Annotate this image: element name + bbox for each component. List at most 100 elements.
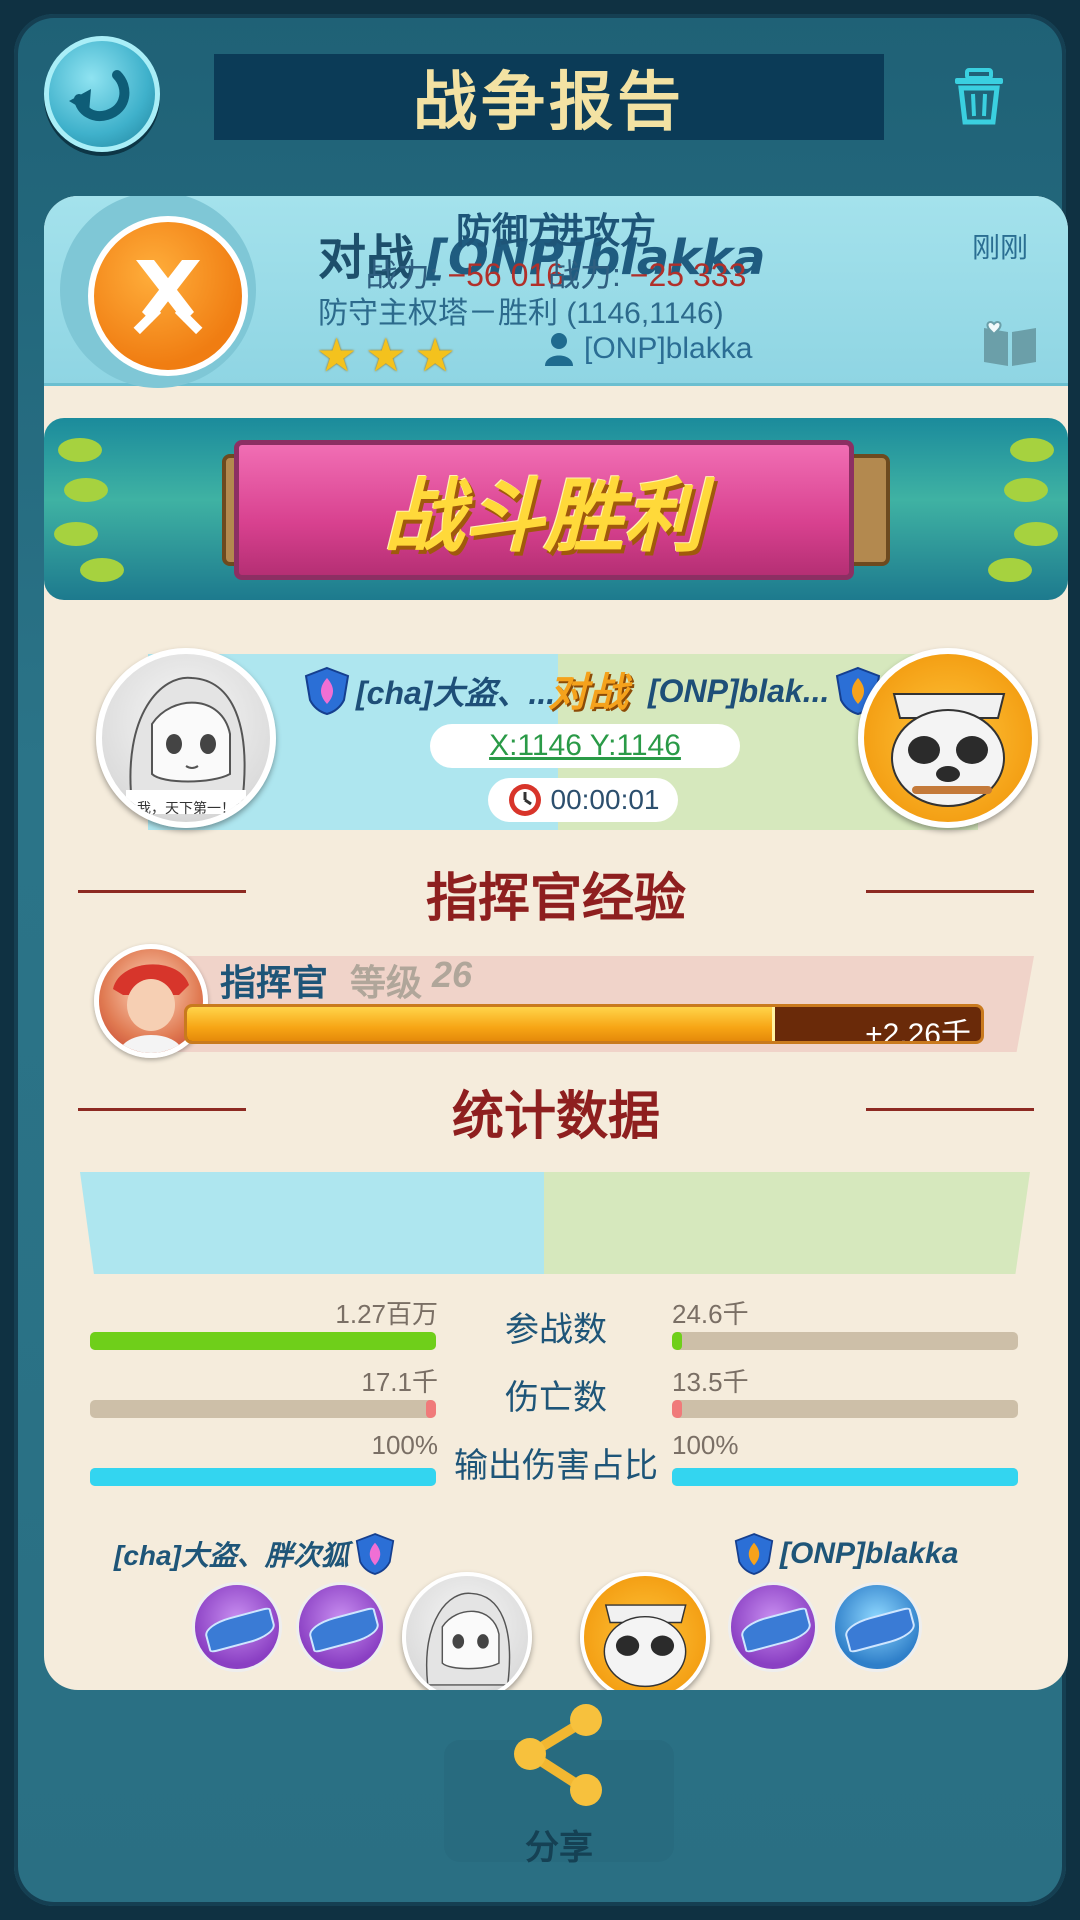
victory-sign: 战斗胜利 <box>234 440 854 580</box>
star-icon: ★ <box>365 329 407 381</box>
leaf-decoration <box>80 558 124 582</box>
stat-left-fill <box>90 1468 436 1486</box>
battle-coordinates-link[interactable]: X:1146 Y:1146 <box>430 724 740 768</box>
leaf-decoration <box>64 478 108 502</box>
crossed-swords-icon <box>133 260 203 335</box>
battle-report-icon <box>88 216 248 376</box>
clock-icon <box>508 784 541 816</box>
defender-avatar-caption: 我，天下第一！ <box>137 800 235 816</box>
stat-right-bar <box>672 1332 1018 1350</box>
star-rating: ★ ★ ★ <box>316 332 456 378</box>
defender-troops-name-text: [cha]大盗、胖次狐 <box>114 1540 349 1571</box>
defender-troop-commander[interactable] <box>402 1572 532 1690</box>
book-heart-icon <box>984 320 1036 366</box>
stat-right-fill <box>672 1332 683 1350</box>
screen-frame: 战争报告 对战 [ONP]blakka 刚刚 防守主权塔－胜利 (1146,11… <box>14 14 1068 1906</box>
statistics-heading: 统计数据 <box>44 1074 1068 1147</box>
defender-troops-name[interactable]: [cha]大盗、胖次狐 <box>114 1532 395 1576</box>
stat-left-bar <box>90 1400 436 1418</box>
commander-label: 指挥官 <box>220 962 329 1003</box>
attacker-header-bg <box>544 1172 1030 1274</box>
attacker-label: 进攻方 <box>548 210 657 251</box>
battle-duration: 00:00:01 <box>488 778 678 822</box>
bookmark-button[interactable] <box>982 320 1038 373</box>
aircraft-icon <box>842 1606 918 1654</box>
defender-power: 战力: −56 016 <box>366 250 564 296</box>
star-icon: ★ <box>316 329 358 381</box>
stat-left-bar <box>90 1468 436 1486</box>
defender-name-text: [cha]大盗、... <box>356 675 556 711</box>
leaf-decoration <box>1004 478 1048 502</box>
user-icon <box>545 333 573 366</box>
panda-sailor-portrait <box>891 693 1006 807</box>
attacker-troops-name[interactable]: [ONP]blakka <box>734 1532 958 1576</box>
leaf-decoration <box>58 438 102 462</box>
report-timestamp: 刚刚 <box>971 232 1028 263</box>
stat-right-value: 100% <box>672 1430 739 1460</box>
share-icon <box>514 1704 602 1806</box>
report-player[interactable]: [ONP]blakka <box>544 332 752 366</box>
troop-unit[interactable] <box>296 1582 386 1672</box>
attacker-power-value: −25 333 <box>629 257 747 293</box>
shield-fire-icon <box>355 1533 395 1575</box>
title-plate: 战争报告 <box>214 54 884 140</box>
sides-header <box>80 1172 1030 1274</box>
leaf-decoration <box>54 522 98 546</box>
star-icon: ★ <box>414 329 456 381</box>
shield-fire-icon <box>304 666 350 716</box>
stat-left-bar <box>90 1332 436 1350</box>
back-arrow-icon <box>69 70 130 121</box>
commander-level-label: 等级 <box>350 962 423 1003</box>
stat-left-fill <box>425 1400 436 1418</box>
defender-name[interactable]: [cha]大盗、... <box>304 666 555 716</box>
report-player-name: [ONP]blakka <box>584 332 753 365</box>
panda-sailor-portrait <box>603 1604 687 1688</box>
stat-left-fill <box>90 1332 436 1350</box>
attacker-name-text: [ONP]blak... <box>648 672 830 709</box>
troop-unit[interactable] <box>832 1582 922 1672</box>
stat-right-bar <box>672 1468 1018 1486</box>
stat-right-fill <box>672 1468 1018 1486</box>
stat-right-value: 13.5千 <box>672 1367 749 1397</box>
stat-right-value: 24.6千 <box>672 1299 749 1329</box>
versus-section: 我，天下第一！ [cha]大盗、... 对战 [ONP]blak... X:11… <box>88 644 1038 830</box>
commander-xp-bar: +2.26千 <box>184 1004 984 1044</box>
stat-right-bar <box>672 1400 1018 1418</box>
leaf-decoration <box>1014 522 1058 546</box>
defender-avatar[interactable]: 我，天下第一！ <box>96 648 276 828</box>
back-button[interactable] <box>44 36 160 152</box>
attacker-troop-commander[interactable] <box>580 1572 710 1690</box>
stat-right-fill <box>672 1400 683 1418</box>
troop-unit[interactable] <box>728 1582 818 1672</box>
commander-xp-gain: +2.26千 <box>865 1018 971 1044</box>
stat-row-casualties: 17.1千 伤亡数 13.5千 <box>44 1362 1068 1422</box>
commander-xp-fill <box>187 1007 775 1041</box>
victory-text: 战斗胜利 <box>384 470 704 563</box>
anime-girl-portrait <box>425 1592 511 1686</box>
attacker-name[interactable]: [ONP]blak... <box>648 666 881 716</box>
share-label: 分享 <box>525 1829 593 1867</box>
commander-xp-heading: 指挥官经验 <box>44 856 1068 929</box>
defender-power-value: −56 016 <box>447 257 564 293</box>
leaf-decoration <box>1010 438 1054 462</box>
commander-level-value: 26 <box>432 954 473 995</box>
aircraft-icon <box>738 1606 814 1654</box>
stat-row-damage-share: 100% 输出伤害占比 100% <box>44 1430 1068 1490</box>
commander-xp-title: 指挥官经验 <box>425 869 686 929</box>
delete-button[interactable] <box>949 66 1009 126</box>
statistics-title: 统计数据 <box>451 1087 660 1147</box>
report-panel: 对战 [ONP]blakka 刚刚 防守主权塔－胜利 (1146,1146) ★ … <box>44 196 1068 1690</box>
attacker-avatar[interactable] <box>858 648 1038 828</box>
victory-banner: 战斗胜利 <box>44 418 1068 600</box>
aircraft-icon <box>306 1606 382 1654</box>
aircraft-icon <box>202 1606 278 1654</box>
attacker-troops-name-text: [ONP]blakka <box>780 1537 959 1570</box>
trash-icon <box>955 68 1003 125</box>
stat-row-participants: 1.27百万 参战数 24.6千 <box>44 1294 1068 1354</box>
leaf-decoration <box>988 558 1032 582</box>
battle-duration-text: 00:00:01 <box>550 784 660 815</box>
troop-unit[interactable] <box>192 1582 282 1672</box>
shield-fire-icon <box>734 1533 774 1575</box>
defender-power-label: 战力: <box>365 257 448 293</box>
anime-girl-portrait <box>126 676 246 814</box>
